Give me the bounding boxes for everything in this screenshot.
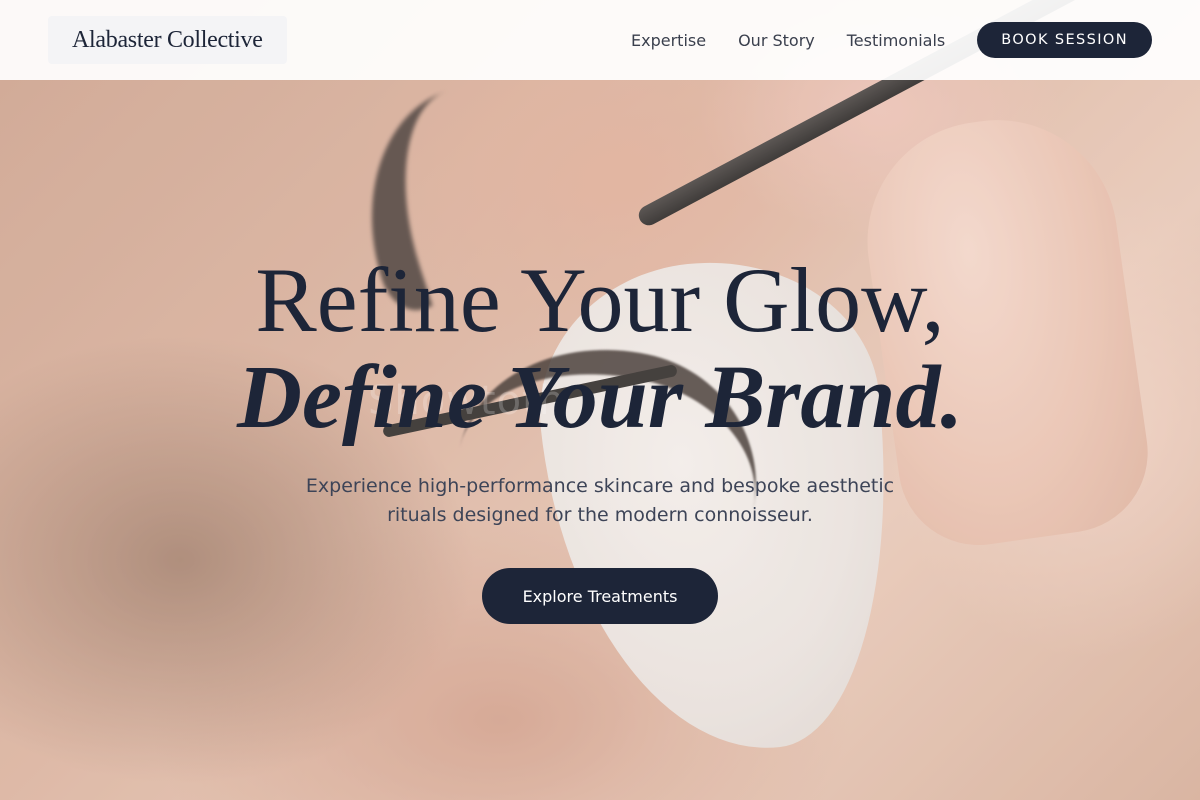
hero-subtitle: Experience high-performance skincare and… <box>305 475 895 526</box>
nav-link-our-story[interactable]: Our Story <box>738 31 815 50</box>
hero-headline-line2: Define Your Brand. <box>237 348 963 447</box>
explore-treatments-button[interactable]: Explore Treatments <box>482 568 718 624</box>
book-session-button[interactable]: BOOK SESSION <box>977 22 1152 58</box>
main-nav: Expertise Our Story Testimonials BOOK SE… <box>599 22 1152 58</box>
nav-link-expertise[interactable]: Expertise <box>631 31 706 50</box>
nav-link-testimonials[interactable]: Testimonials <box>847 31 946 50</box>
site-header: Alabaster Collective Expertise Our Story… <box>0 0 1200 80</box>
brand-logo[interactable]: Alabaster Collective <box>48 16 287 64</box>
hero-headline-line1: Refine Your Glow, <box>255 249 945 351</box>
